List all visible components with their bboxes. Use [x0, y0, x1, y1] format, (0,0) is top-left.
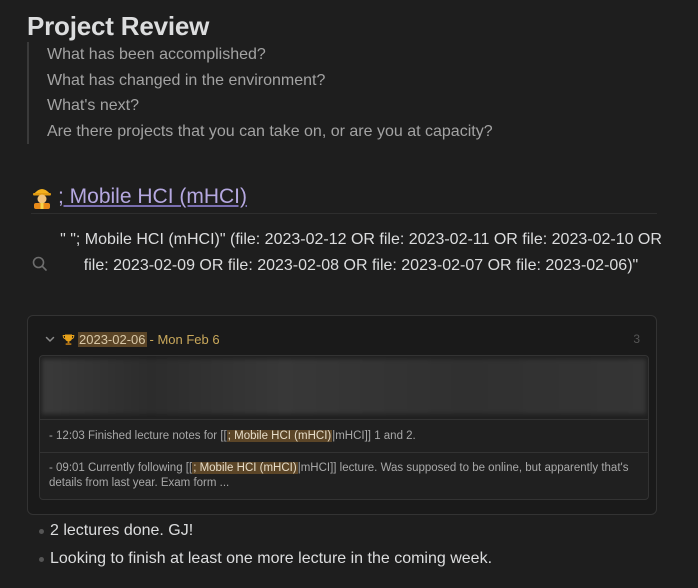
match-text: - 12:03 Finished lecture notes for [[: [49, 430, 227, 442]
notes-list: 2 lectures done. GJ! Looking to finish a…: [39, 517, 492, 573]
query-result-card: 2023-02-06 - Mon Feb 6 3 - 12:03 Finishe…: [27, 315, 657, 515]
match-highlight: ; Mobile HCI (mHCI): [192, 462, 298, 474]
match-text: - 09:01 Currently following [[: [49, 462, 193, 474]
review-questions-blockquote: What has been accomplished? What has cha…: [27, 42, 547, 144]
match-count-badge: 3: [633, 332, 640, 346]
list-item: 2 lectures done. GJ!: [39, 517, 492, 545]
match-text: |mHCI]] 1 and 2.: [332, 430, 416, 442]
project-note-link[interactable]: ; Mobile HCI (mHCI): [58, 183, 247, 211]
note-view: Project Review What has been accomplishe…: [0, 0, 698, 588]
match-highlight: ; Mobile HCI (mHCI): [226, 430, 333, 442]
match-row[interactable]: - 09:01 Currently following [[; Mobile H…: [40, 452, 648, 499]
embedded-query-text: " "; Mobile HCI (mHCI)" (file: 2023-02-1…: [60, 231, 662, 274]
review-question: What has changed in the environment?: [47, 71, 326, 89]
result-matches: - 12:03 Finished lecture notes for [[; M…: [39, 355, 649, 500]
match-row[interactable]: - 12:03 Finished lecture notes for [[; M…: [40, 419, 648, 452]
page-heading: Project Review: [27, 11, 210, 41]
review-question: What's next?: [47, 97, 139, 114]
review-question: What has been accomplished?: [47, 46, 266, 63]
trophy-icon: [62, 333, 75, 346]
result-day-label: - Mon Feb 6: [149, 331, 220, 347]
section-heading: ; Mobile HCI (mHCI): [31, 183, 657, 214]
search-icon: [31, 255, 49, 273]
review-question: Are there projects that you can take on,…: [47, 122, 493, 140]
result-file-header[interactable]: 2023-02-06 - Mon Feb 6: [44, 330, 220, 348]
chevron-down-icon[interactable]: [44, 333, 56, 345]
construction-worker-icon: [31, 183, 53, 209]
blurred-preview: [42, 359, 646, 414]
list-item: Looking to finish at least one more lect…: [39, 545, 492, 573]
result-date: 2023-02-06: [78, 331, 147, 347]
